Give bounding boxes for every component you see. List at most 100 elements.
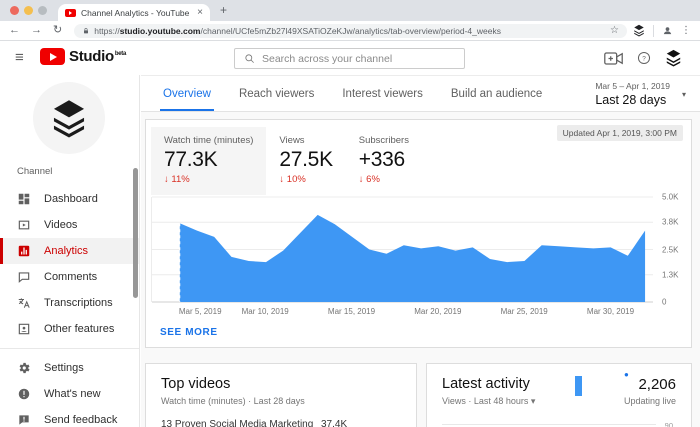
- sidebar-item-dashboard[interactable]: Dashboard: [0, 186, 139, 212]
- sidebar-item-other-features[interactable]: Other features: [0, 316, 139, 342]
- y-axis-tick-label: 0: [662, 298, 666, 307]
- close-tab-icon[interactable]: ×: [197, 8, 203, 18]
- sidebar-item-label: Other features: [44, 323, 114, 335]
- y-axis-tick-label: 3.8K: [662, 218, 678, 227]
- forward-icon[interactable]: →: [31, 25, 42, 36]
- studio-logo[interactable]: Studiobeta: [40, 48, 126, 65]
- x-axis-tick-label: Mar 20, 2019: [414, 307, 461, 316]
- sidebar-item-send-feedback[interactable]: Send feedback: [0, 407, 139, 427]
- hamburger-menu-icon[interactable]: ≡: [15, 50, 24, 65]
- sidebar-item-label: Send feedback: [44, 414, 117, 426]
- chevron-down-icon: ▾: [682, 90, 686, 99]
- sidebar-item-label: Videos: [44, 219, 77, 231]
- sidebar-item-analytics[interactable]: Analytics: [0, 238, 139, 264]
- metric-label: Subscribers: [359, 135, 409, 146]
- studio-wordmark: Studiobeta: [69, 48, 126, 65]
- x-axis-tick-label: Mar 30, 2019: [587, 307, 634, 316]
- extension-layers-icon[interactable]: [633, 24, 645, 37]
- bookmark-star-icon[interactable]: ☆: [610, 25, 619, 36]
- metric-label: Views: [279, 135, 332, 146]
- arrow-down-icon: ↓: [359, 174, 364, 185]
- sidebar-scrollbar[interactable]: [133, 168, 138, 298]
- chevron-down-icon: ▾: [531, 396, 536, 406]
- sidebar-item-videos[interactable]: Videos: [0, 212, 139, 238]
- browser-tabstrip: Channel Analytics - YouTube S × +: [0, 0, 700, 21]
- youtube-favicon-icon: [65, 9, 76, 17]
- latest-activity-axis: 90: [442, 424, 656, 425]
- browser-toolbar: ← → ↻ https://studio.youtube.com/channel…: [0, 21, 700, 41]
- layers-logo-icon: [50, 98, 88, 139]
- back-icon[interactable]: ←: [9, 25, 20, 36]
- metric-views[interactable]: Views 27.5K ↓ 10%: [266, 127, 345, 195]
- x-axis-tick-label: Mar 15, 2019: [328, 307, 375, 316]
- top-videos-title: Top videos: [161, 376, 401, 392]
- metric-value: 77.3K: [164, 148, 253, 172]
- toolbar-divider: [653, 25, 654, 37]
- sidebar-item-label: Comments: [44, 271, 97, 283]
- latest-activity-axis-tick: 90: [665, 421, 673, 427]
- chart-y-labels: 5.0K3.8K2.5K1.3K0: [653, 197, 689, 302]
- browser-menu-icon[interactable]: ⋮: [681, 25, 691, 36]
- live-dot-icon: ●: [624, 370, 633, 379]
- top-videos-subtitle: Watch time (minutes) · Last 28 days: [161, 396, 401, 406]
- videos-icon: [17, 218, 31, 232]
- sidebar-item-settings[interactable]: Settings: [0, 355, 139, 381]
- transcriptions-icon: [17, 296, 31, 310]
- metric-watch-time-minutes[interactable]: Watch time (minutes)77.3K↓ 11%: [151, 127, 266, 195]
- metric-delta: ↓ 11%: [164, 174, 253, 185]
- date-range-picker[interactable]: Mar 5 – Apr 1, 2019 Last 28 days ▾: [595, 81, 686, 107]
- metric-subscribers[interactable]: Subscribers+336↓ 6%: [346, 127, 422, 195]
- tab-reach-viewers[interactable]: Reach viewers: [225, 76, 328, 111]
- browser-tab[interactable]: Channel Analytics - YouTube S ×: [58, 4, 210, 21]
- address-bar[interactable]: https://studio.youtube.com/channel/UCfe5…: [74, 24, 627, 38]
- top-video-row[interactable]: 13 Proven Social Media Marketing Tips f.…: [161, 419, 401, 427]
- analytics-main: OverviewReach viewersInterest viewersBui…: [141, 75, 700, 427]
- bottom-cards-row: Top videos Watch time (minutes) · Last 2…: [145, 363, 692, 427]
- video-bar-track: [361, 419, 401, 427]
- y-axis-tick-label: 1.3K: [662, 270, 678, 279]
- tab-interest-viewers[interactable]: Interest viewers: [328, 76, 437, 111]
- help-icon[interactable]: ?: [637, 51, 651, 65]
- analytics-tabbar: OverviewReach viewersInterest viewersBui…: [141, 76, 700, 112]
- url-path: /channel/UCfe5mZb27l49XSATiOZeKJw/analyt…: [200, 26, 500, 36]
- x-axis-tick-label: Mar 10, 2019: [242, 307, 289, 316]
- tab-build-an-audience[interactable]: Build an audience: [437, 76, 556, 111]
- tab-overview[interactable]: Overview: [149, 76, 225, 111]
- sidebar-item-label: Transcriptions: [44, 297, 113, 309]
- sidebar-item-comments[interactable]: Comments: [0, 264, 139, 290]
- see-more-link[interactable]: SEE MORE: [160, 327, 218, 338]
- metric-delta: ↓ 10%: [279, 174, 332, 185]
- url-domain: studio.youtube.com: [120, 26, 201, 36]
- watch-time-area-chart: 5.0K3.8K2.5K1.3K0: [151, 197, 689, 302]
- window-minimize-button[interactable]: [24, 6, 33, 15]
- beta-badge: beta: [115, 51, 126, 57]
- sidebar-item-what-s-new[interactable]: What's new: [0, 381, 139, 407]
- sidebar-item-transcriptions[interactable]: Transcriptions: [0, 290, 139, 316]
- profile-avatar-icon[interactable]: [662, 25, 673, 36]
- latest-activity-filter[interactable]: Views · Last 48 hours ▾: [442, 396, 535, 407]
- search-input[interactable]: [262, 53, 455, 65]
- whats-new-icon: [17, 387, 31, 401]
- window-zoom-button[interactable]: [38, 6, 47, 15]
- period-label: Last 28 days: [595, 93, 670, 107]
- metric-value: 27.5K: [279, 148, 332, 172]
- youtube-play-logo-icon: [40, 48, 65, 65]
- dashboard-icon: [17, 192, 31, 206]
- youtube-studio-analytics-window: Channel Analytics - YouTube S × + ← → ↻ …: [0, 0, 700, 427]
- metric-delta: ↓ 6%: [359, 174, 409, 185]
- analytics-icon: [17, 244, 31, 258]
- overview-chart-card: Watch time (minutes)77.3K↓ 11%Views27.5K…: [145, 119, 692, 348]
- new-tab-button[interactable]: +: [220, 3, 227, 17]
- metric-delta-value: 6%: [366, 174, 380, 185]
- window-close-button[interactable]: [10, 6, 19, 15]
- top-videos-card: Top videos Watch time (minutes) · Last 2…: [145, 363, 417, 427]
- latest-activity-value: 2,206: [638, 376, 676, 393]
- create-video-icon[interactable]: [604, 52, 623, 65]
- channel-search[interactable]: [234, 48, 465, 69]
- latest-activity-card: Latest activity 2,206 Views · Last 48 ho…: [426, 363, 692, 427]
- channel-avatar-icon[interactable]: [665, 49, 682, 67]
- date-range-text: Mar 5 – Apr 1, 2019: [595, 81, 670, 91]
- metric-delta-value: 10%: [287, 174, 306, 185]
- reload-icon[interactable]: ↻: [53, 25, 62, 36]
- channel-avatar[interactable]: [33, 82, 105, 154]
